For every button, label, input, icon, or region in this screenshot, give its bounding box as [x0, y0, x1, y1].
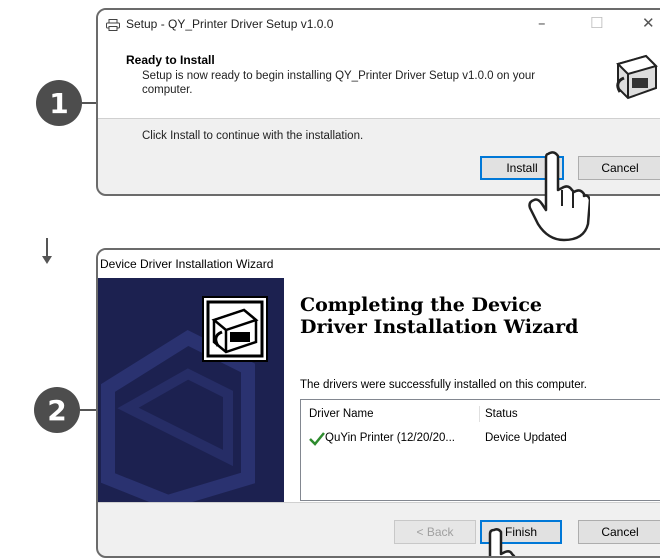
wizard-title: Device Driver Installation Wizard: [100, 257, 274, 271]
driver-name-cell: QuYin Printer (12/20/20...: [325, 432, 455, 444]
setup-cancel-label: Cancel: [601, 161, 639, 175]
wizard-footer-divider: [98, 502, 660, 503]
back-button[interactable]: < Back: [394, 520, 476, 544]
setup-instruction: Click Install to continue with the insta…: [142, 130, 364, 142]
checkmark-icon: [309, 432, 325, 446]
hand-cursor-icon: [528, 150, 592, 242]
wizard-content: Completing the Device Driver Installatio…: [284, 278, 660, 502]
down-arrow-icon: [40, 232, 54, 272]
setup-header-subtitle: Setup is now ready to begin installing Q…: [142, 70, 536, 96]
printer-icon: [106, 18, 120, 31]
driver-status-cell: Device Updated: [485, 432, 567, 444]
close-button[interactable]: ✕: [642, 14, 655, 32]
driver-list[interactable]: Driver Name Status QuYin Printer (12/20/…: [300, 399, 660, 501]
maximize-button[interactable]: ☐: [590, 14, 603, 32]
wizard-message: The drivers were successfully installed …: [300, 379, 587, 391]
setup-header: Ready to Install Setup is now ready to b…: [98, 38, 660, 119]
wizard-cancel-label: Cancel: [601, 525, 639, 539]
setup-logo-icon: [610, 52, 660, 104]
table-row[interactable]: QuYin Printer (12/20/20... Device Update…: [301, 400, 660, 460]
installer-box-icon: [202, 296, 268, 362]
step-1-badge: 1: [36, 80, 82, 126]
step-2-badge: 2: [34, 387, 80, 433]
wizard-cancel-button[interactable]: Cancel: [578, 520, 660, 544]
setup-header-title: Ready to Install: [126, 53, 215, 67]
minimize-button[interactable]: –: [538, 14, 546, 32]
wizard-titlebar: Device Driver Installation Wizard: [98, 250, 660, 278]
back-button-label: < Back: [416, 525, 454, 539]
setup-cancel-button[interactable]: Cancel: [578, 156, 660, 180]
wizard-dialog: Device Driver Installation Wizard Comple…: [96, 248, 660, 558]
setup-titlebar: Setup - QY_Printer Driver Setup v1.0.0 –…: [98, 10, 660, 38]
setup-title: Setup - QY_Printer Driver Setup v1.0.0: [126, 17, 334, 31]
hand-cursor-icon: [486, 528, 526, 556]
wizard-heading: Completing the Device Driver Installatio…: [300, 294, 579, 338]
wizard-sidebar: [98, 278, 284, 502]
